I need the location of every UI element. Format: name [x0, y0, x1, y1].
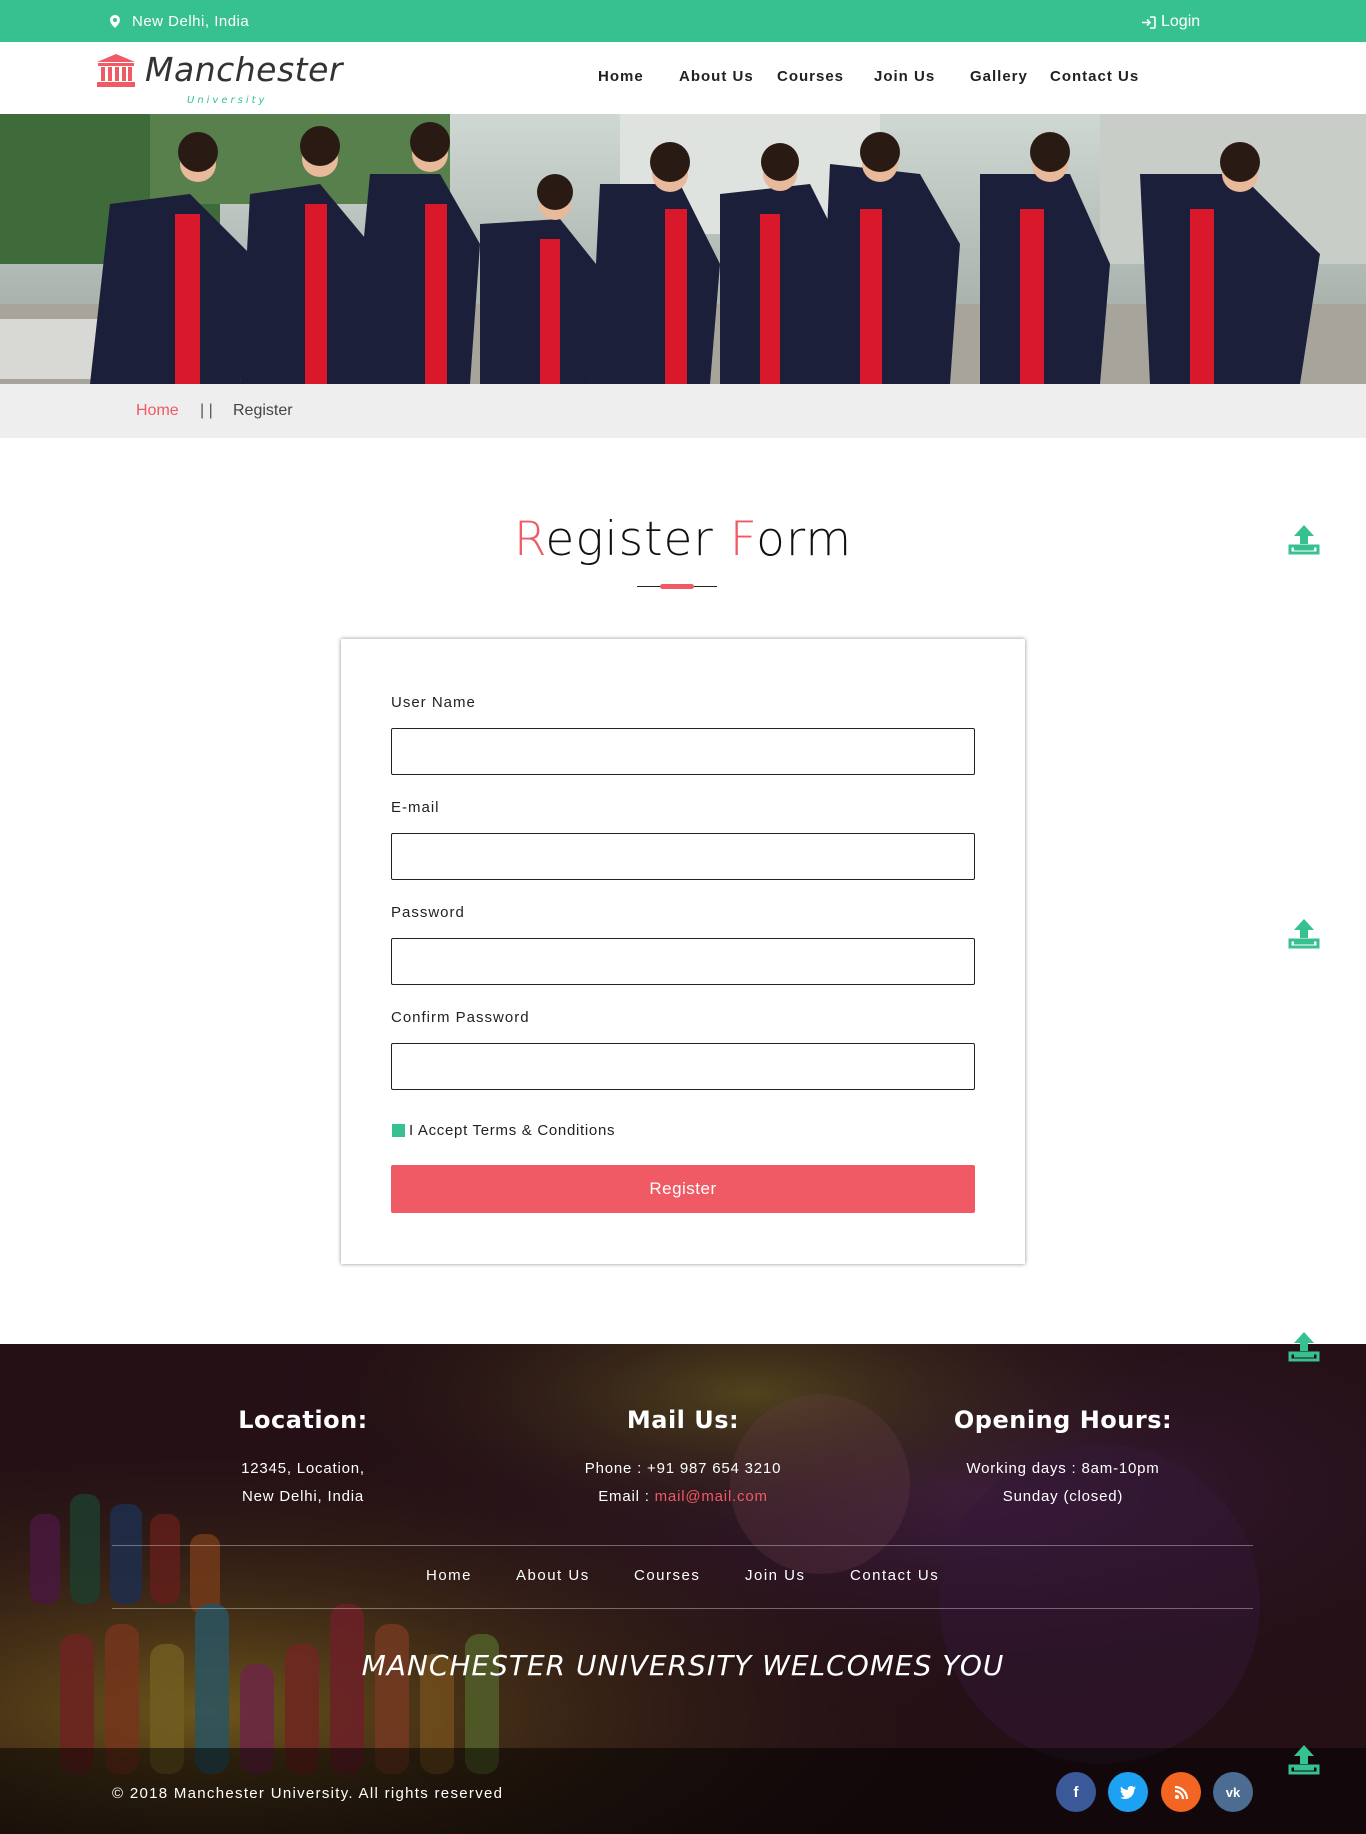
location-info: New Delhi, India: [110, 13, 249, 30]
scroll-to-top-icon[interactable]: [1288, 524, 1320, 556]
main-navbar: Manchester University Home About Us Cour…: [0, 42, 1366, 114]
footer-hours-title: Opening Hours:: [953, 1406, 1173, 1434]
nav-about-us[interactable]: About Us: [679, 68, 754, 85]
footer-location-title: Location:: [238, 1406, 368, 1434]
password-input[interactable]: [391, 938, 975, 985]
brand-name: Manchester: [145, 50, 343, 89]
sign-in-icon: [1142, 15, 1156, 29]
footer-mail: Mail Us: Phone : +91 987 654 3210 Email …: [483, 1406, 883, 1511]
hero-banner-image: [0, 114, 1366, 384]
register-button[interactable]: Register: [391, 1165, 975, 1213]
map-marker-icon: [110, 15, 120, 28]
username-label: User Name: [391, 694, 476, 711]
title-word-register: egister: [545, 512, 730, 567]
title-word-form: orm: [756, 512, 853, 567]
twitter-bird-icon: [1120, 1785, 1136, 1799]
copyright-text: © 2018 Manchester University. All rights…: [112, 1785, 504, 1802]
logo[interactable]: Manchester University: [97, 50, 343, 106]
twitter-icon[interactable]: [1108, 1772, 1148, 1812]
breadcrumb-current: Register: [233, 402, 293, 419]
facebook-glyph: f: [1073, 1783, 1079, 1801]
login-label: Login: [1161, 13, 1201, 30]
password-label: Password: [391, 904, 465, 921]
vk-icon[interactable]: vk: [1213, 1772, 1253, 1812]
breadcrumb-home-link[interactable]: Home: [136, 402, 179, 420]
title-underline-accent: [660, 584, 694, 589]
nav-contact-us[interactable]: Contact Us: [1050, 68, 1139, 85]
university-building-icon: [97, 54, 135, 87]
scroll-to-top-icon[interactable]: [1288, 1744, 1320, 1776]
brand-tagline: University: [187, 95, 268, 106]
login-link[interactable]: Login: [1141, 13, 1200, 31]
terms-label[interactable]: I Accept Terms & Conditions: [409, 1122, 615, 1139]
footer-nav-about-us[interactable]: About Us: [516, 1567, 590, 1584]
facebook-icon[interactable]: f: [1056, 1772, 1096, 1812]
footer-mail-title: Mail Us:: [626, 1406, 740, 1434]
confirm-password-label: Confirm Password: [391, 1009, 530, 1026]
footer-divider: [112, 1608, 1253, 1609]
footer-divider: [112, 1545, 1253, 1546]
location-text: New Delhi, India: [132, 13, 250, 30]
vk-glyph: vk: [1225, 1784, 1241, 1800]
page-title: Register Form: [0, 512, 1366, 567]
scroll-to-top-icon[interactable]: [1288, 918, 1320, 950]
footer-bottom-bar: © 2018 Manchester University. All rights…: [0, 1748, 1366, 1834]
footer: Location: 12345, Location, New Delhi, In…: [0, 1344, 1366, 1834]
footer-location-line2: New Delhi, India: [241, 1488, 365, 1505]
breadcrumb-separator: | |: [200, 402, 213, 419]
footer-email-row: Email : mail@mail.com: [483, 1483, 883, 1511]
footer-hours-line2: Sunday (closed): [1002, 1488, 1124, 1505]
footer-hours-line1: Working days : 8am-10pm: [966, 1460, 1160, 1477]
footer-hours: Opening Hours: Working days : 8am-10pm S…: [863, 1406, 1263, 1511]
footer-nav-contact-us[interactable]: Contact Us: [850, 1567, 939, 1584]
title-initial-f: F: [729, 512, 757, 567]
register-form: User Name E-mail Password Confirm Passwo…: [341, 639, 1025, 1264]
graduates-illustration: [0, 114, 1366, 384]
footer-email-prefix: Email :: [598, 1488, 655, 1505]
footer-email-link[interactable]: mail@mail.com: [655, 1488, 768, 1505]
footer-nav-courses[interactable]: Courses: [634, 1567, 700, 1584]
footer-phone: Phone : +91 987 654 3210: [584, 1460, 782, 1477]
nav-join-us[interactable]: Join Us: [874, 68, 935, 85]
terms-checkbox[interactable]: [392, 1124, 405, 1137]
nav-home[interactable]: Home: [598, 68, 644, 85]
scroll-to-top-icon[interactable]: [1288, 1331, 1320, 1363]
footer-location: Location: 12345, Location, New Delhi, In…: [103, 1406, 503, 1511]
footer-welcome-text: MANCHESTER UNIVERSITY WELCOMES YOU: [361, 1649, 1005, 1682]
top-bar: New Delhi, India Login: [0, 0, 1366, 42]
title-initial-r: R: [513, 512, 546, 567]
footer-nav-home[interactable]: Home: [426, 1567, 472, 1584]
nav-gallery[interactable]: Gallery: [970, 68, 1028, 85]
rss-feed-icon: [1174, 1785, 1188, 1799]
confirm-password-input[interactable]: [391, 1043, 975, 1090]
email-label: E-mail: [391, 799, 440, 816]
rss-icon[interactable]: [1161, 1772, 1201, 1812]
username-input[interactable]: [391, 728, 975, 775]
email-input[interactable]: [391, 833, 975, 880]
footer-location-line1: 12345, Location,: [241, 1460, 365, 1477]
footer-nav-join-us[interactable]: Join Us: [745, 1567, 806, 1584]
nav-courses[interactable]: Courses: [777, 68, 844, 85]
breadcrumb: Home | | Register: [0, 384, 1366, 438]
